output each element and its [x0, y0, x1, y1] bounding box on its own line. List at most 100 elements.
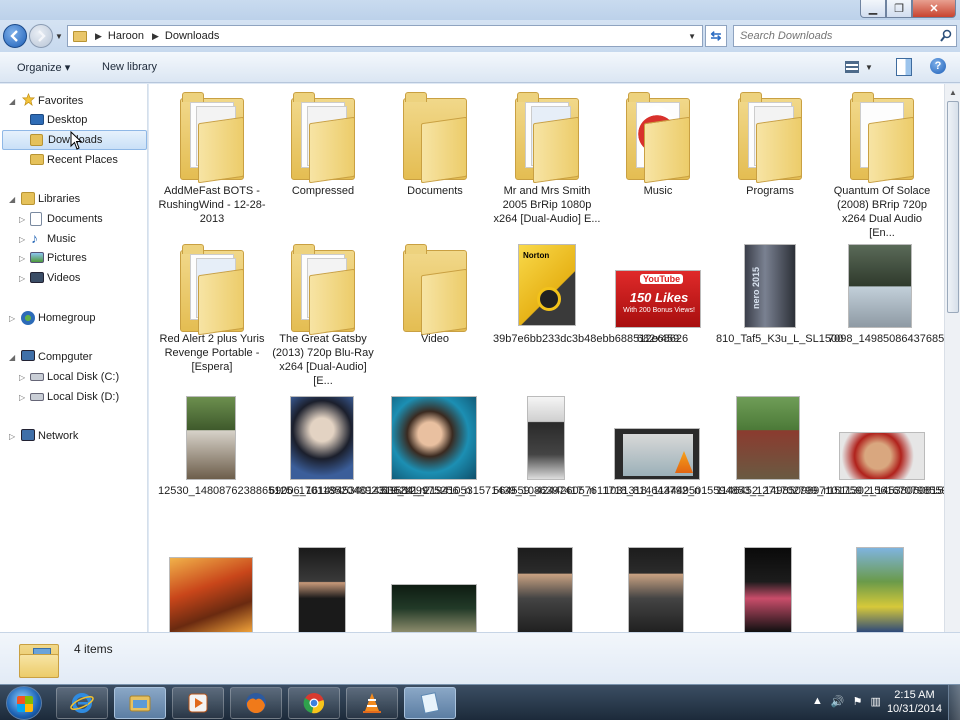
start-button[interactable]: [6, 686, 42, 720]
show-desktop-button[interactable]: [948, 685, 960, 720]
collapse-arrow-icon[interactable]: ▷: [9, 314, 15, 323]
nav-homegroup[interactable]: ▷ Homegroup: [0, 308, 148, 328]
taskbar-vlc[interactable]: [346, 687, 398, 719]
action-center-icon[interactable]: ⚑: [853, 695, 863, 708]
file-item-1146452[interactable]: 1146452_1498509897101759_156167079855922…: [716, 394, 944, 534]
nav-libraries[interactable]: ◢ Libraries: [0, 189, 148, 209]
libraries-icon: [21, 192, 35, 205]
photo-thumbnail[interactable]: [298, 547, 346, 632]
search-box[interactable]: [733, 25, 957, 47]
file-item-12530[interactable]: 12530_1480876238865125_17011852048923115…: [158, 394, 426, 534]
file-item-mr-and-mrs-smith[interactable]: Mr and Mrs Smith 2005 BrRip 1080p x264 […: [493, 88, 601, 228]
file-item-music[interactable]: Music: [604, 88, 712, 228]
file-item-compressed[interactable]: Compressed: [269, 88, 377, 228]
expand-arrow-icon[interactable]: ◢: [9, 195, 15, 204]
help-icon[interactable]: ?: [930, 58, 946, 74]
organize-menu[interactable]: Organize ▾: [17, 61, 70, 74]
collapse-arrow-icon[interactable]: ▷: [19, 215, 25, 224]
collapse-arrow-icon[interactable]: ▷: [19, 373, 25, 382]
vertical-scrollbar[interactable]: ▲: [944, 84, 960, 632]
file-item-1511302[interactable]: 1511302_1453806081572141_805546498260380…: [828, 394, 944, 534]
file-item-norton-image[interactable]: Norton 39b7e6bb233dc3b48ebb688512e68626: [493, 240, 688, 380]
nav-favorites[interactable]: ◢ Favorites: [0, 91, 148, 111]
file-item-564559[interactable]: 564559_424426057611718_814643792_n: [493, 394, 700, 534]
breadcrumb-haroon[interactable]: Haroon: [108, 30, 144, 42]
collapse-arrow-icon[interactable]: ▷: [19, 254, 25, 263]
scroll-up-arrow-icon[interactable]: ▲: [945, 84, 960, 100]
nav-item-recent-places[interactable]: Recent Places: [0, 150, 148, 170]
collapse-arrow-icon[interactable]: ▷: [9, 432, 15, 441]
file-item-quantum-of-solace[interactable]: Quantum Of Solace (2008) BRrip 720p x264…: [828, 88, 936, 239]
show-hidden-icons-icon[interactable]: ▲: [812, 695, 823, 708]
change-view-button[interactable]: ▼: [845, 58, 877, 76]
chevron-down-icon[interactable]: ▼: [688, 32, 696, 41]
expand-arrow-icon[interactable]: ◢: [9, 353, 15, 362]
nav-computer[interactable]: ◢ Compguter: [0, 347, 148, 367]
file-item-682x459[interactable]: YouTube 150 Likes With 200 Bonus Views! …: [604, 240, 712, 380]
taskbar-internet-explorer[interactable]: [56, 687, 108, 719]
photo-thumbnail[interactable]: [744, 547, 792, 632]
file-item-1031318[interactable]: 1031318_1144495015594853_1271702799_n: [604, 394, 830, 534]
file-name: AddMeFast BOTS - RushingWind - 12-28-201…: [158, 185, 266, 225]
maximize-button[interactable]: ❐: [886, 0, 912, 18]
nav-item-documents[interactable]: ▷ Documents: [0, 209, 148, 229]
file-item-7098[interactable]: 7098_1498508643768551_609713463357311316…: [828, 240, 944, 380]
nav-item-pictures[interactable]: ▷ Pictures: [0, 248, 148, 268]
breadcrumb-downloads[interactable]: Downloads: [165, 30, 219, 42]
folder-icon: [515, 92, 579, 184]
file-item-810-taf5[interactable]: nero 2015 810_Taf5_K3u_L_SL1500: [716, 240, 843, 380]
nav-item-desktop[interactable]: Desktop: [0, 110, 148, 130]
collapse-arrow-icon[interactable]: ▷: [19, 274, 25, 283]
photo-thumbnail[interactable]: [517, 547, 573, 632]
nav-libraries-label: Libraries: [38, 193, 81, 205]
network-status-icon[interactable]: ▥: [870, 695, 880, 708]
back-button[interactable]: [3, 24, 27, 48]
view-details-icon: [845, 61, 859, 73]
pictures-icon: [30, 252, 44, 263]
new-library-button[interactable]: New library: [102, 61, 157, 73]
preview-pane-icon[interactable]: [896, 58, 912, 76]
file-item-69006[interactable]: 69006_161494534014319_129975256_n: [269, 394, 471, 534]
file-item-documents[interactable]: Documents: [381, 88, 489, 228]
taskbar-notepad[interactable]: [404, 687, 456, 719]
nav-network[interactable]: ▷ Network: [0, 426, 148, 446]
file-name: Red Alert 2 plus Yuris Revenge Portable …: [159, 333, 265, 373]
search-input[interactable]: [740, 30, 930, 42]
volume-icon[interactable]: 🔊: [831, 695, 845, 708]
address-bar[interactable]: ▶ Haroon ▶ Downloads ▼: [67, 25, 703, 47]
recent-pages-dropdown[interactable]: ▼: [55, 32, 63, 41]
nav-homegroup-label: Homegroup: [38, 312, 96, 324]
clock-date: 10/31/2014: [886, 703, 942, 715]
photo-thumbnail[interactable]: [856, 547, 904, 632]
collapse-arrow-icon[interactable]: ▷: [19, 393, 25, 402]
taskbar-firefox[interactable]: [230, 687, 282, 719]
expand-arrow-icon[interactable]: ◢: [9, 97, 15, 106]
file-item-addmefast[interactable]: AddMeFast BOTS - RushingWind - 12-28-201…: [158, 88, 266, 228]
file-item-red-alert-2[interactable]: Red Alert 2 plus Yuris Revenge Portable …: [158, 240, 266, 380]
forward-button[interactable]: [29, 24, 53, 48]
collapse-arrow-icon[interactable]: ▷: [19, 235, 25, 244]
photo-thumbnail[interactable]: [391, 584, 477, 632]
refresh-button[interactable]: ⇆: [705, 25, 727, 47]
taskbar-media-player[interactable]: [172, 687, 224, 719]
file-item-536241[interactable]: 536241_219410531571439_1086397417_n: [381, 394, 595, 534]
nav-item-videos[interactable]: ▷ Videos: [0, 268, 148, 288]
clock[interactable]: 2:15 AM 10/31/2014: [887, 688, 942, 716]
file-item-video[interactable]: Video: [381, 240, 489, 380]
nav-item-local-disk-d[interactable]: ▷ Local Disk (D:): [0, 387, 148, 407]
folder-icon: [626, 92, 690, 184]
close-button[interactable]: ✕: [912, 0, 956, 18]
taskbar-windows-explorer[interactable]: [114, 687, 166, 719]
folder-icon: [738, 92, 802, 184]
photo-thumbnail[interactable]: [628, 547, 684, 632]
file-item-great-gatsby[interactable]: The Great Gatsby (2013) 720p Blu-Ray x26…: [269, 240, 377, 387]
minimize-button[interactable]: ▁: [860, 0, 886, 18]
scrollbar-thumb[interactable]: [947, 101, 959, 313]
photo-thumbnail-autumn[interactable]: [169, 557, 253, 632]
nav-item-music[interactable]: ▷ ♪ Music: [0, 229, 148, 249]
nav-item-desktop-label: Desktop: [47, 114, 88, 126]
taskbar-chrome[interactable]: [288, 687, 340, 719]
file-item-programs[interactable]: Programs: [716, 88, 824, 228]
mouse-pointer-icon: [70, 131, 82, 150]
nav-item-local-disk-c[interactable]: ▷ Local Disk (C:): [0, 367, 148, 387]
